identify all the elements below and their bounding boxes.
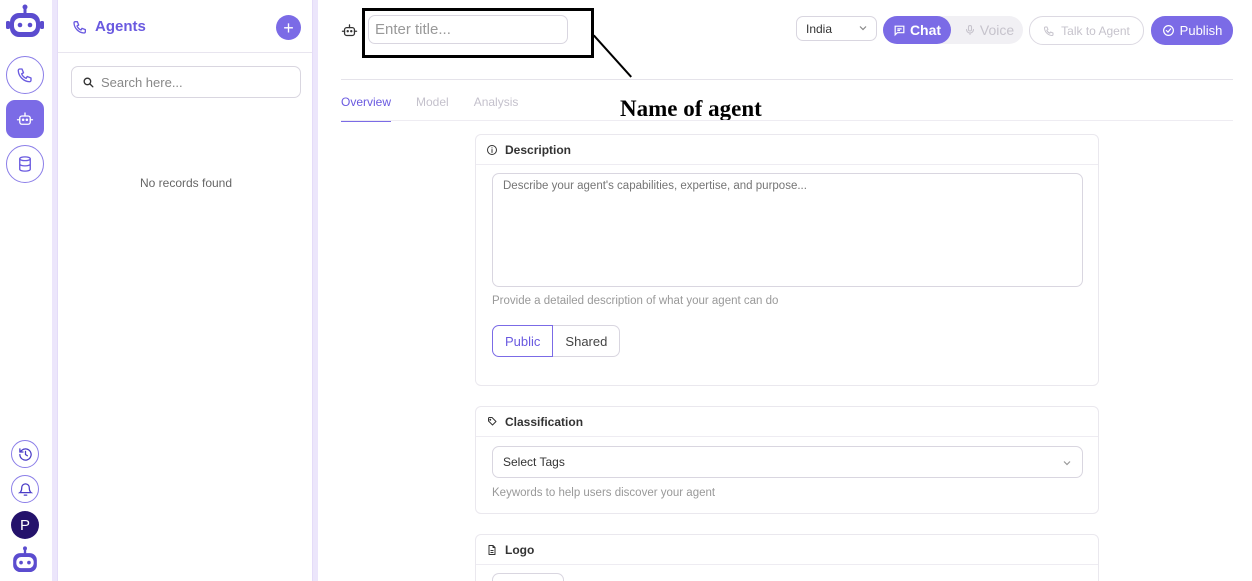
chevron-down-icon bbox=[1063, 461, 1071, 466]
visibility-shared-button[interactable]: Shared bbox=[553, 325, 621, 357]
mode-chat-button[interactable]: Chat bbox=[883, 16, 951, 44]
phone-icon bbox=[73, 21, 86, 34]
logo-header: Logo bbox=[476, 535, 1098, 565]
tag-icon bbox=[488, 416, 497, 425]
tab-overview[interactable]: Overview bbox=[341, 95, 392, 122]
phone-icon bbox=[17, 68, 32, 83]
history-icon bbox=[18, 447, 32, 461]
rail-notifications-button[interactable] bbox=[11, 475, 39, 503]
agents-panel-title: Agents bbox=[95, 18, 146, 35]
database-icon bbox=[19, 156, 31, 172]
tags-select-label: Select Tags bbox=[503, 455, 565, 469]
search-input[interactable] bbox=[101, 74, 291, 90]
description-header: Description bbox=[476, 135, 1098, 165]
classification-hint: Keywords to help users discover your age… bbox=[492, 487, 716, 499]
logo-upload-area[interactable] bbox=[492, 573, 564, 581]
classification-title: Classification bbox=[505, 414, 584, 429]
logo-title: Logo bbox=[505, 542, 535, 557]
bot-icon bbox=[16, 112, 34, 125]
empty-state-text: No records found bbox=[139, 176, 233, 190]
annotation-arrow-line bbox=[593, 34, 632, 78]
mode-toggle: Chat Voice bbox=[883, 16, 1023, 44]
talk-to-agent-button[interactable]: Talk to Agent bbox=[1029, 16, 1144, 45]
rail-database-button[interactable] bbox=[6, 145, 44, 183]
mic-icon bbox=[965, 24, 974, 36]
description-title: Description bbox=[505, 142, 572, 157]
tab-analysis[interactable]: Analysis bbox=[474, 95, 519, 122]
mode-voice-label: Voice bbox=[979, 22, 1015, 38]
tags-select[interactable]: Select Tags bbox=[492, 446, 1083, 478]
agents-panel-header: Agents + bbox=[58, 0, 312, 53]
mode-chat-label: Chat bbox=[909, 22, 942, 38]
info-icon bbox=[487, 144, 497, 155]
file-icon bbox=[488, 544, 496, 555]
mode-voice-button[interactable]: Voice bbox=[955, 16, 1023, 44]
bell-icon bbox=[17, 482, 33, 496]
description-textarea[interactable] bbox=[492, 173, 1083, 287]
rail-history-button[interactable] bbox=[11, 440, 39, 468]
rail-agents-button[interactable] bbox=[6, 100, 44, 138]
plus-icon: + bbox=[283, 17, 294, 38]
talk-to-agent-label: Talk to Agent bbox=[1061, 23, 1130, 38]
country-select[interactable]: India bbox=[796, 16, 877, 41]
tabs-divider bbox=[341, 120, 1233, 121]
check-circle-icon bbox=[1162, 25, 1174, 36]
publish-label: Publish bbox=[1179, 23, 1223, 38]
classification-card: Classification Select Tags Keywords to h… bbox=[475, 406, 1099, 514]
visibility-toggle: Public Shared bbox=[492, 325, 621, 357]
search-field[interactable] bbox=[71, 66, 301, 98]
chat-icon bbox=[894, 25, 905, 36]
tab-model[interactable]: Model bbox=[416, 95, 449, 122]
rail-calls-button[interactable] bbox=[6, 56, 44, 94]
agents-panel: Agents + No records found bbox=[57, 0, 313, 581]
robot-logo-icon[interactable] bbox=[6, 4, 44, 42]
annotation-highlight-box bbox=[362, 8, 594, 58]
annotation-label: Name of agent bbox=[620, 96, 762, 121]
description-hint: Provide a detailed description of what y… bbox=[492, 295, 779, 307]
agent-editor: Name of agent India Chat Voice Talk to A… bbox=[318, 0, 1252, 581]
left-rail: P bbox=[0, 0, 52, 581]
bot-icon bbox=[341, 24, 358, 37]
publish-button[interactable]: Publish bbox=[1151, 16, 1233, 45]
logo-card: Logo bbox=[475, 534, 1099, 581]
phone-icon bbox=[1044, 26, 1054, 36]
robot-logo-icon bbox=[13, 546, 37, 573]
editor-tabs: Overview Model Analysis bbox=[341, 95, 518, 122]
visibility-public-button[interactable]: Public bbox=[492, 325, 554, 357]
country-value: India bbox=[806, 21, 833, 36]
description-card: Description Provide a detailed descripti… bbox=[475, 134, 1099, 386]
search-icon bbox=[83, 76, 94, 88]
classification-header: Classification bbox=[476, 407, 1098, 437]
header-divider bbox=[341, 79, 1233, 80]
chevron-down-icon bbox=[859, 26, 867, 31]
add-agent-button[interactable]: + bbox=[276, 15, 301, 40]
user-avatar[interactable]: P bbox=[11, 511, 39, 539]
